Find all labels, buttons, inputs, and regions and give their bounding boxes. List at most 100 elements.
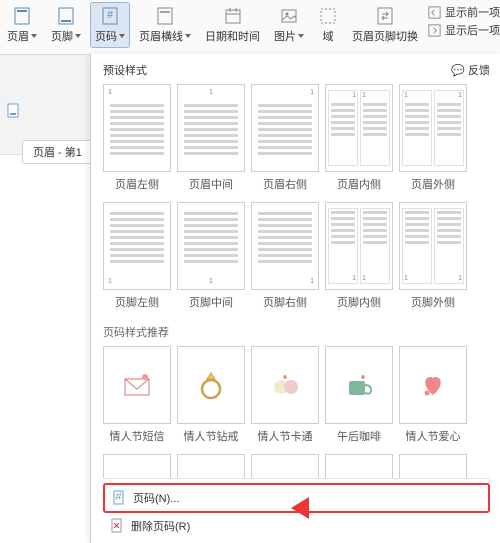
recommended-row	[103, 346, 490, 424]
preset-label: 页眉右侧	[251, 176, 319, 192]
pageno-icon: #	[100, 6, 120, 26]
ribbon-label: 域	[323, 28, 334, 44]
pageno-dropdown-panel: 预设样式 💬 反馈 1 1 1 11 11 页眉左侧 页眉中间 页眉右侧 页眉内…	[90, 54, 500, 543]
recommended-title: 页码样式推荐	[103, 320, 490, 346]
rec-template-partial[interactable]	[177, 454, 245, 478]
section-tab[interactable]: 页眉 - 第1	[22, 140, 93, 164]
feedback-link[interactable]: 💬 反馈	[451, 62, 490, 78]
preset-header-row: 1 1 1 11 11	[103, 84, 490, 172]
menu-label: 删除页码(R)	[131, 518, 190, 534]
preset-label: 页眉内侧	[325, 176, 393, 192]
ribbon-label: 显示前一项	[445, 4, 500, 20]
field-icon	[318, 6, 338, 26]
preset-header-labels: 页眉左侧 页眉中间 页眉右侧 页眉内侧 页眉外侧	[103, 176, 490, 192]
calendar-icon	[223, 6, 243, 26]
rec-label: 情人节钻戒	[177, 428, 245, 444]
ribbon-label: 页眉页脚切换	[352, 28, 418, 44]
preset-title: 预设样式	[103, 62, 147, 78]
menu-label: 页码(N)...	[133, 490, 179, 506]
coffee-icon	[339, 365, 379, 405]
annotation-arrow	[291, 497, 309, 519]
rec-label: 情人节爱心	[399, 428, 467, 444]
rec-label: 情人节卡通	[251, 428, 319, 444]
rec-template-partial[interactable]	[325, 454, 393, 478]
chevron-down-icon	[31, 34, 37, 38]
preset-footer-left[interactable]: 1	[103, 202, 171, 290]
chevron-down-icon	[298, 34, 304, 38]
preset-footer-outside[interactable]: 11	[399, 202, 467, 290]
rec-template-1[interactable]	[103, 346, 171, 424]
preset-label: 页眉中间	[177, 176, 245, 192]
page-icon: #	[111, 490, 127, 506]
delete-page-icon	[109, 518, 125, 534]
recommended-row-2	[103, 454, 490, 478]
svg-text:#: #	[115, 491, 122, 503]
recommended-labels: 情人节短信 情人节钻戒 情人节卡通 午后咖啡 情人节爱心	[103, 428, 490, 444]
rec-label: 午后咖啡	[325, 428, 393, 444]
chevron-down-icon	[119, 34, 125, 38]
preset-header-inside[interactable]: 11	[325, 84, 393, 172]
ring-icon	[191, 365, 231, 405]
show-next-icon	[427, 23, 442, 38]
header-icon	[12, 6, 32, 26]
ribbon-label: 页眉横线	[139, 28, 183, 44]
picture-icon	[279, 6, 299, 26]
ribbon-header-line[interactable]: 页眉横线	[134, 2, 196, 48]
rec-template-4[interactable]	[325, 346, 393, 424]
ribbon-field[interactable]: 域	[313, 2, 343, 48]
ribbon-pageno[interactable]: # 页码	[90, 2, 130, 48]
rec-template-partial[interactable]	[251, 454, 319, 478]
preset-header-outside[interactable]: 11	[399, 84, 467, 172]
preset-footer-center[interactable]: 1	[177, 202, 245, 290]
rec-template-partial[interactable]	[399, 454, 467, 478]
preset-footer-row: 1 1 1 11 11	[103, 202, 490, 290]
ribbon-header[interactable]: 页眉	[2, 2, 42, 48]
envelope-icon	[117, 365, 157, 405]
ribbon-show-next[interactable]: 显示后一项	[427, 22, 500, 38]
ribbon-datetime[interactable]: 日期和时间	[200, 2, 265, 48]
preset-label: 页脚左侧	[103, 294, 171, 310]
rec-template-5[interactable]	[399, 346, 467, 424]
ribbon-label: 显示后一项	[445, 22, 500, 38]
preset-label: 页脚外侧	[399, 294, 467, 310]
chevron-down-icon	[75, 34, 81, 38]
preset-label: 页脚右侧	[251, 294, 319, 310]
document-icon	[6, 103, 22, 119]
preset-footer-right[interactable]: 1	[251, 202, 319, 290]
preset-footer-inside[interactable]: 11	[325, 202, 393, 290]
preset-label: 页眉外侧	[399, 176, 467, 192]
ribbon-hf-switch[interactable]: 页眉页脚切换	[347, 2, 423, 48]
preset-label: 页脚内侧	[325, 294, 393, 310]
chevron-down-icon	[185, 34, 191, 38]
ribbon-picture[interactable]: 图片	[269, 2, 309, 48]
ribbon-footer[interactable]: 页脚	[46, 2, 86, 48]
footer-icon	[56, 6, 76, 26]
rec-label: 情人节短信	[103, 428, 171, 444]
preset-scroll[interactable]: 1 1 1 11 11 页眉左侧 页眉中间 页眉右侧 页眉内侧 页眉外侧 1 1…	[103, 84, 490, 478]
rec-template-2[interactable]	[177, 346, 245, 424]
preset-header-center[interactable]: 1	[177, 84, 245, 172]
cartoon-icon	[265, 365, 305, 405]
rec-template-3[interactable]	[251, 346, 319, 424]
ribbon-toolbar: 页眉 页脚 # 页码 页眉横线 日期和时间 图片 域 页眉页脚切换 显示前一项 …	[0, 0, 500, 55]
preset-header-left[interactable]: 1	[103, 84, 171, 172]
ribbon-label: 页码	[95, 28, 117, 44]
ribbon-label: 页脚	[51, 28, 73, 44]
svg-text:#: #	[107, 9, 114, 21]
section-tab-label: 页眉 - 第1	[33, 144, 82, 160]
ribbon-label: 图片	[274, 28, 296, 44]
rec-template-partial[interactable]	[103, 454, 171, 478]
preset-footer-labels: 页脚左侧 页脚中间 页脚右侧 页脚内侧 页脚外侧	[103, 294, 490, 310]
preset-label: 页脚中间	[177, 294, 245, 310]
ribbon-label: 日期和时间	[205, 28, 260, 44]
feedback-label: 反馈	[468, 65, 490, 77]
ribbon-label: 页眉	[7, 28, 29, 44]
heart-icon	[413, 365, 453, 405]
show-prev-icon	[427, 5, 442, 20]
switch-icon	[375, 6, 395, 26]
preset-header-right[interactable]: 1	[251, 84, 319, 172]
header-line-icon	[155, 6, 175, 26]
ribbon-show-group: 显示前一项 显示后一项	[427, 2, 500, 48]
ribbon-show-prev[interactable]: 显示前一项	[427, 4, 500, 20]
preset-label: 页眉左侧	[103, 176, 171, 192]
